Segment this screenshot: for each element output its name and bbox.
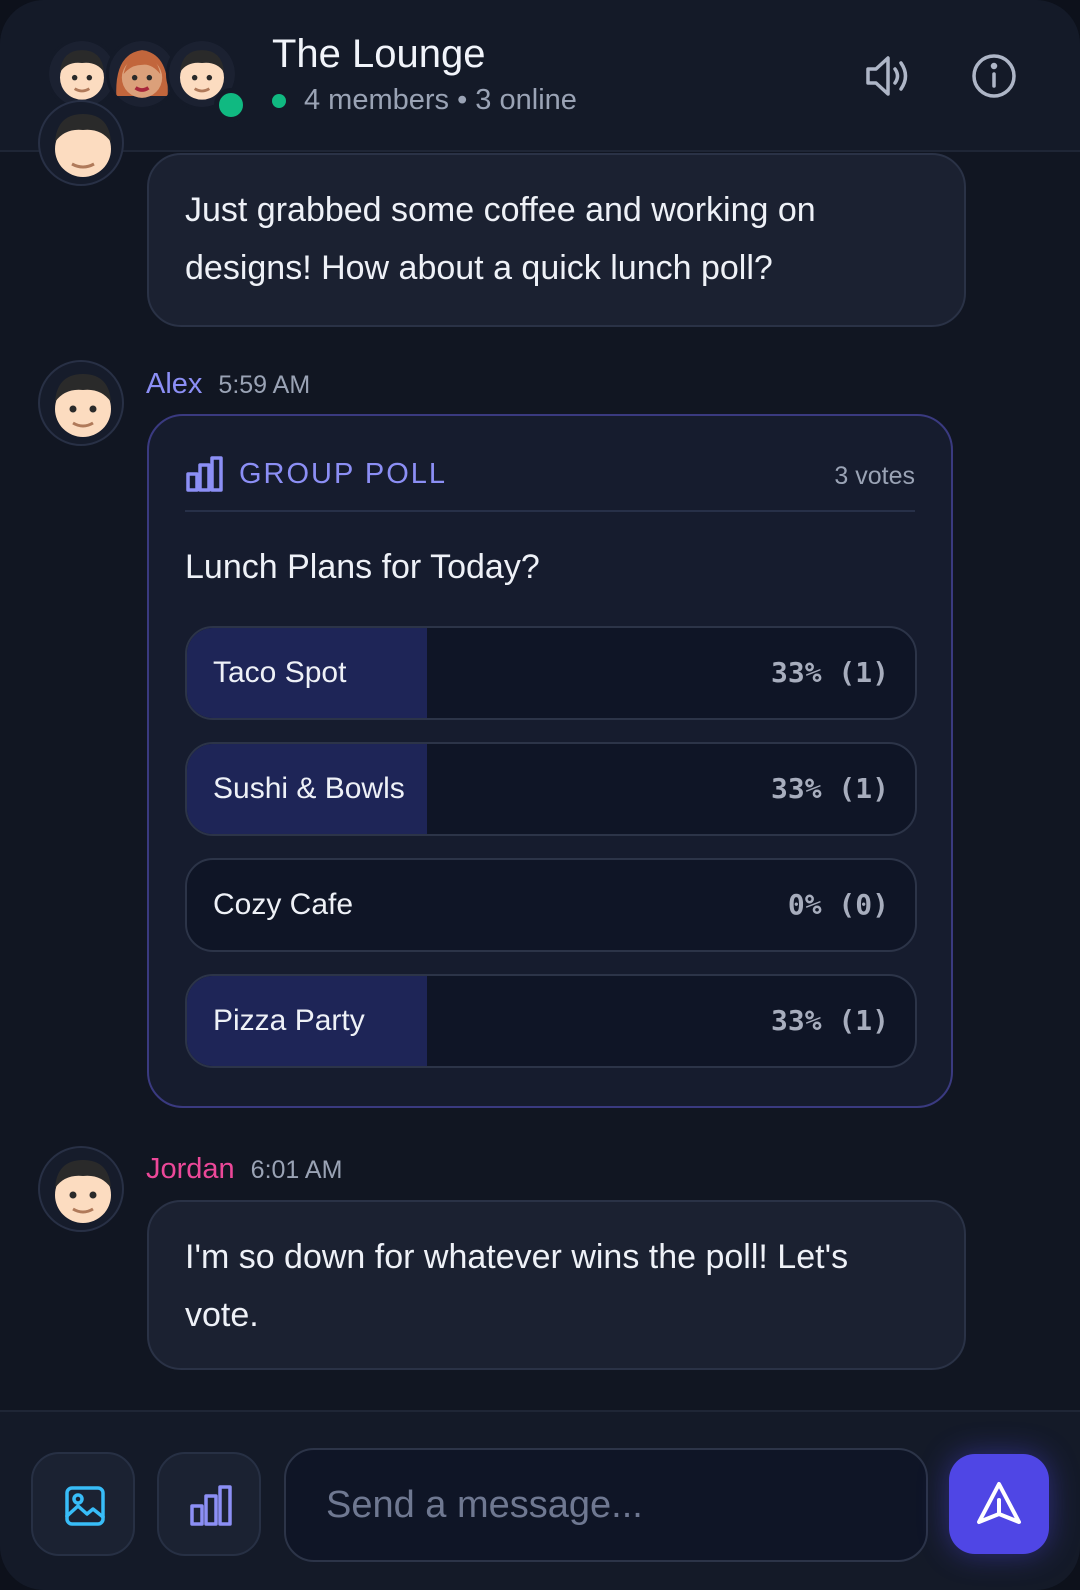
author-name[interactable]: Alex: [146, 368, 202, 401]
message-meta: Jordan 6:01 AM: [146, 1153, 342, 1186]
speaker-icon[interactable]: [860, 48, 916, 104]
info-icon[interactable]: [966, 48, 1022, 104]
message-composer: [0, 1410, 1080, 1590]
message-time: 6:01 AM: [250, 1156, 343, 1184]
avatar[interactable]: [38, 360, 124, 446]
poll-option[interactable]: Pizza Party 33% (1): [185, 974, 917, 1068]
poll-option[interactable]: Sushi & Bowls 33% (1): [185, 742, 917, 836]
send-icon: [977, 1482, 1021, 1524]
poll-option[interactable]: Taco Spot 33% (1): [185, 626, 917, 720]
message-meta: Alex 5:59 AM: [146, 368, 310, 401]
send-button[interactable]: [949, 1454, 1049, 1554]
bar-chart-icon: [190, 1485, 232, 1526]
poll-option-label: Taco Spot: [213, 656, 347, 689]
message-bubble: Just grabbed some coffee and working on …: [147, 153, 966, 327]
member-count: 4 members • 3 online: [304, 84, 577, 116]
poll-option-result: 33% (1): [770, 656, 889, 689]
attach-image-button[interactable]: [31, 1452, 135, 1556]
bar-chart-icon: [186, 456, 223, 492]
poll-vote-count: 3 votes: [834, 462, 915, 490]
poll-card: GROUP POLL 3 votes Lunch Plans for Today…: [147, 414, 953, 1108]
chat-subtitle: 4 members • 3 online: [272, 84, 577, 117]
poll-label: GROUP POLL: [239, 458, 448, 490]
poll-option-label: Pizza Party: [213, 1004, 365, 1037]
author-name[interactable]: Jordan: [146, 1153, 235, 1186]
poll-option[interactable]: Cozy Cafe 0% (0): [185, 858, 917, 952]
message-time: 5:59 AM: [218, 371, 311, 399]
poll-option-result: 33% (1): [770, 1004, 889, 1037]
create-poll-button[interactable]: [157, 1452, 261, 1556]
avatar[interactable]: [38, 1146, 124, 1232]
poll-option-result: 0% (0): [787, 888, 889, 921]
message-bubble: I'm so down for whatever wins the poll! …: [147, 1200, 966, 1370]
message-text: I'm so down for whatever wins the poll! …: [185, 1238, 849, 1334]
online-status-dot: [214, 88, 248, 122]
chat-title: The Lounge: [272, 32, 486, 76]
online-indicator: [272, 93, 286, 108]
poll-header: GROUP POLL 3 votes: [185, 452, 915, 512]
message-text: Just grabbed some coffee and working on …: [185, 191, 816, 287]
message-input[interactable]: [284, 1448, 928, 1562]
poll-option-result: 33% (1): [770, 772, 889, 805]
chat-header: The Lounge 4 members • 3 online: [0, 0, 1080, 152]
image-icon: [65, 1486, 105, 1526]
avatar[interactable]: [38, 100, 124, 186]
chat-window: The Lounge 4 members • 3 online Just gra…: [0, 0, 1080, 1590]
poll-question: Lunch Plans for Today?: [185, 548, 540, 586]
poll-option-label: Sushi & Bowls: [213, 772, 405, 805]
poll-option-label: Cozy Cafe: [213, 888, 354, 921]
